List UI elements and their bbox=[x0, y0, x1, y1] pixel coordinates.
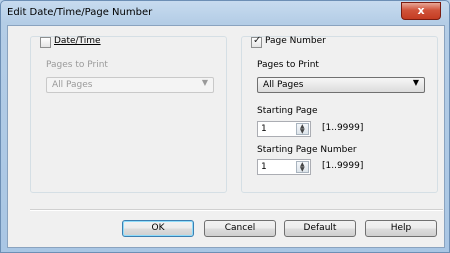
page-number-checkbox[interactable] bbox=[251, 35, 262, 48]
close-button[interactable]: x bbox=[401, 2, 441, 20]
chevron-down-icon: ▼ bbox=[412, 78, 419, 87]
dialog-window: Edit Date/Time/Page Number x Date/Time P… bbox=[0, 0, 450, 253]
starting-number-spinner[interactable]: 1 ▲ ▼ bbox=[257, 159, 311, 175]
page-number-pages-value: All Pages bbox=[263, 80, 304, 90]
close-icon: x bbox=[417, 4, 425, 17]
starting-page-label: Starting Page bbox=[257, 106, 318, 116]
date-time-checkbox-label[interactable]: Date/Time bbox=[54, 36, 101, 46]
date-time-pages-select[interactable]: All Pages ▼ bbox=[46, 77, 214, 93]
divider bbox=[30, 209, 443, 211]
spin-arrows-icon[interactable]: ▲ ▼ bbox=[296, 161, 309, 173]
default-button[interactable]: Default bbox=[284, 220, 356, 237]
starting-number-value: 1 bbox=[261, 162, 267, 172]
date-time-pages-value: All Pages bbox=[52, 80, 93, 90]
page-number-pages-select[interactable]: All Pages ▼ bbox=[257, 77, 425, 93]
spin-arrows-icon[interactable]: ▲ ▼ bbox=[296, 123, 309, 135]
starting-page-value: 1 bbox=[261, 124, 267, 134]
page-number-pages-label: Pages to Print bbox=[257, 60, 319, 70]
help-button[interactable]: Help bbox=[365, 220, 437, 237]
cancel-button[interactable]: Cancel bbox=[204, 220, 276, 237]
starting-page-range: [1..9999] bbox=[322, 123, 364, 133]
chevron-down-icon: ▼ bbox=[201, 78, 208, 87]
title-bar[interactable]: Edit Date/Time/Page Number x bbox=[1, 1, 449, 25]
starting-number-range: [1..9999] bbox=[322, 161, 364, 171]
page-number-checkbox-label[interactable]: Page Number bbox=[265, 36, 326, 46]
ok-button[interactable]: OK bbox=[122, 220, 194, 237]
dialog-body: Date/Time Pages to Print All Pages ▼ Pag… bbox=[7, 25, 445, 248]
window-title: Edit Date/Time/Page Number bbox=[7, 7, 153, 18]
starting-number-label: Starting Page Number bbox=[257, 145, 357, 155]
date-time-checkbox[interactable] bbox=[40, 37, 51, 48]
date-time-pages-label: Pages to Print bbox=[46, 60, 108, 70]
starting-page-spinner[interactable]: 1 ▲ ▼ bbox=[257, 121, 311, 137]
